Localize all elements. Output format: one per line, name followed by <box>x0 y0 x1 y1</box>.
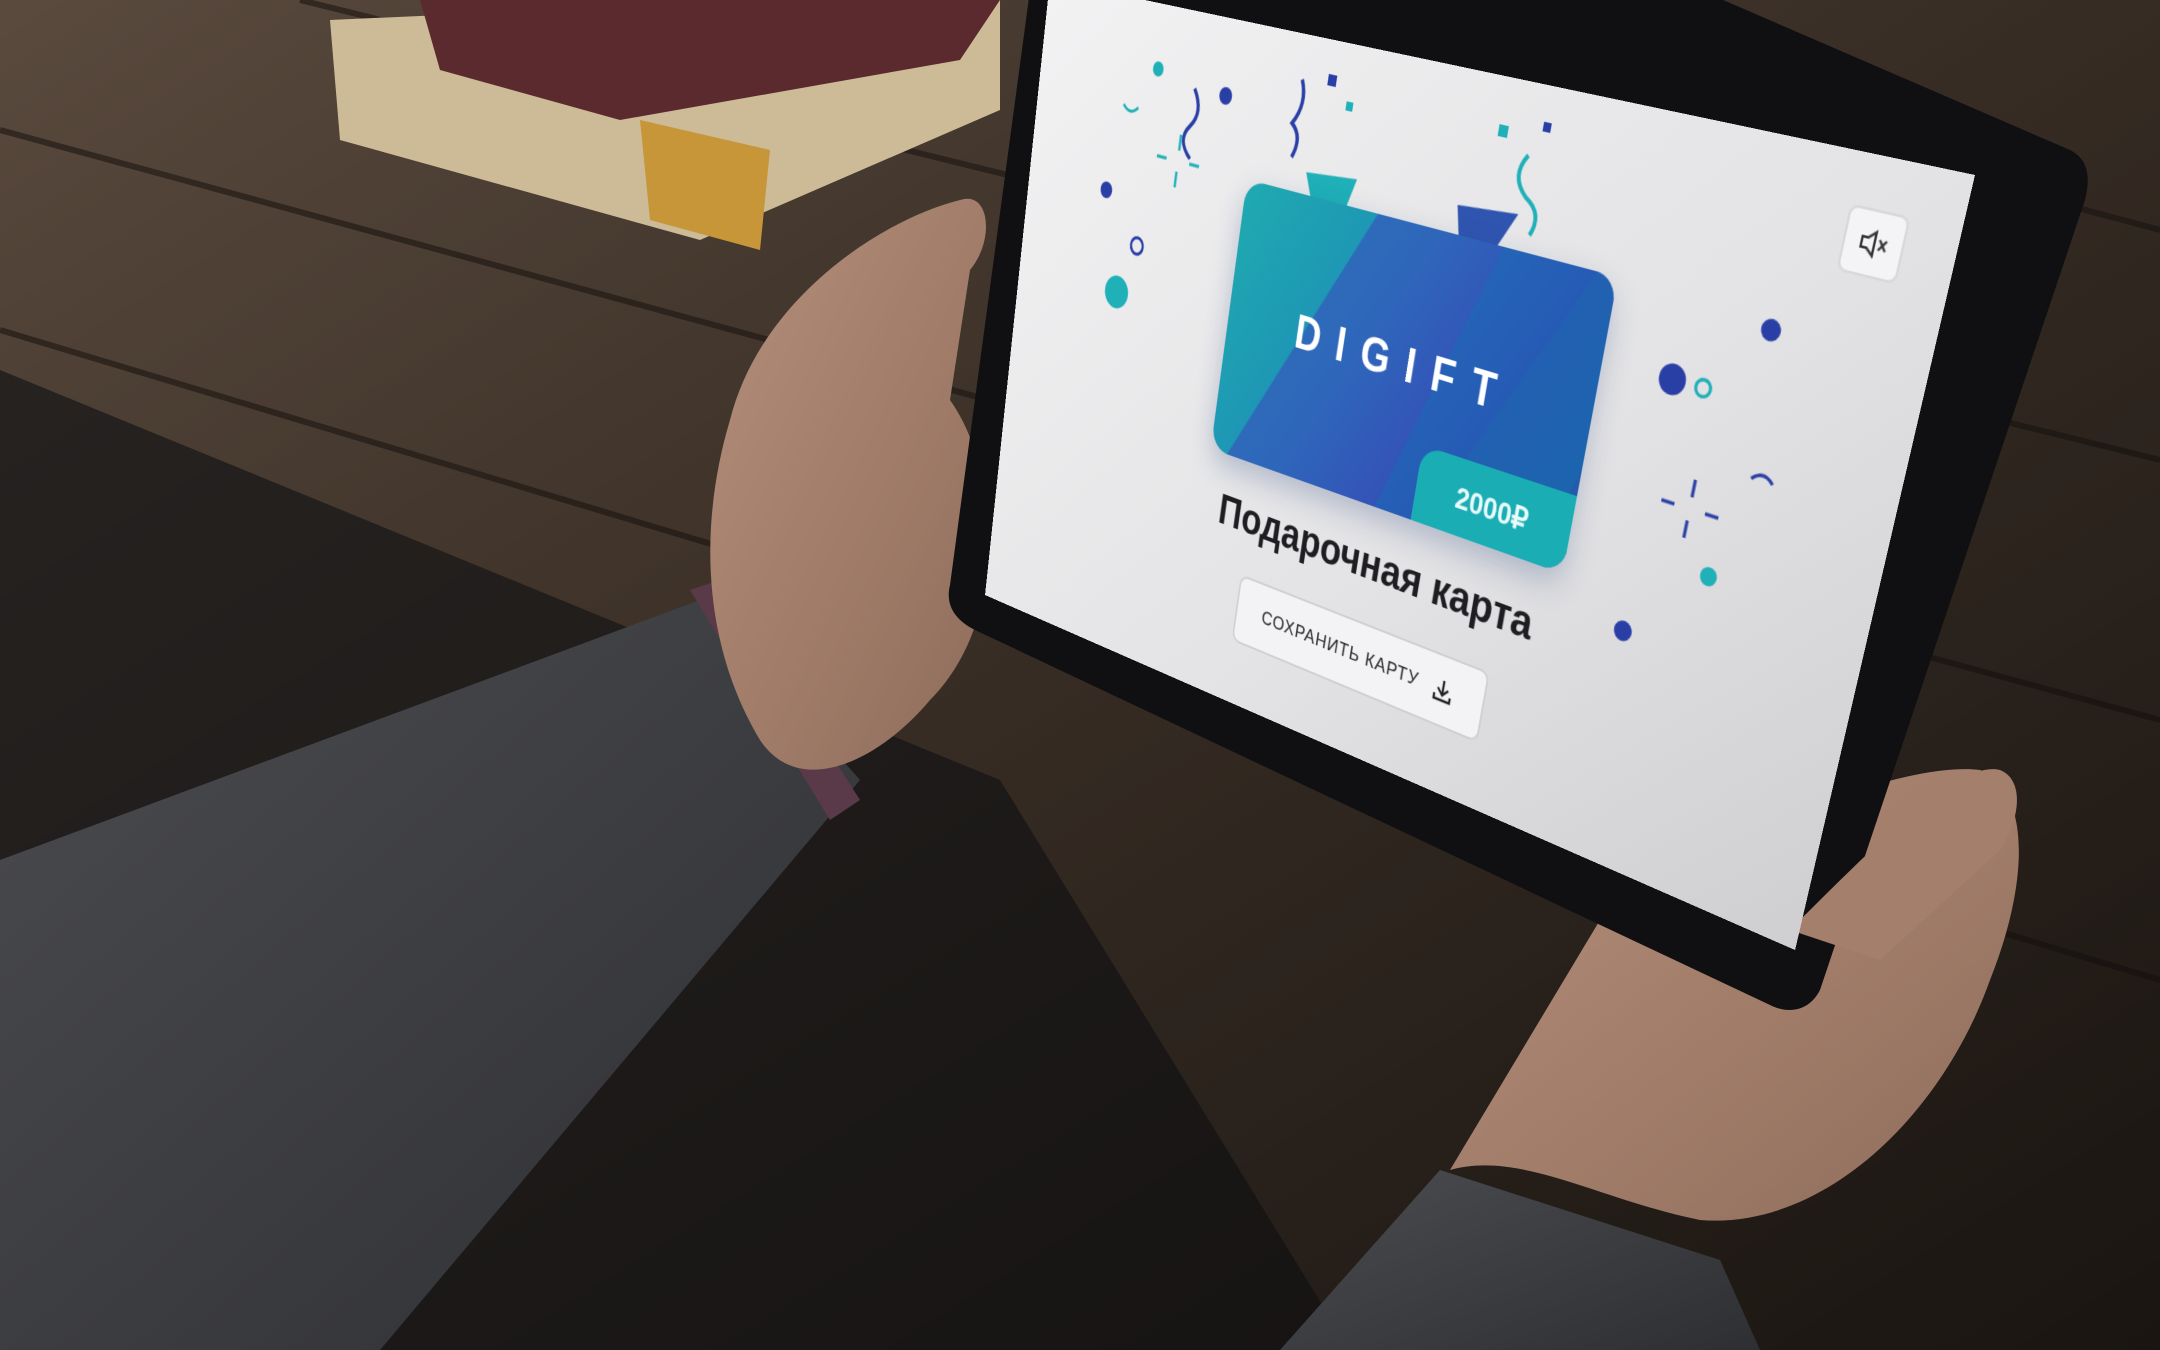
card-amount: 2000₽ <box>1452 479 1531 538</box>
sparkle-icon <box>1154 129 1203 193</box>
download-icon <box>1430 674 1457 710</box>
mute-icon <box>1853 222 1893 266</box>
sparkle-icon <box>1656 471 1725 547</box>
